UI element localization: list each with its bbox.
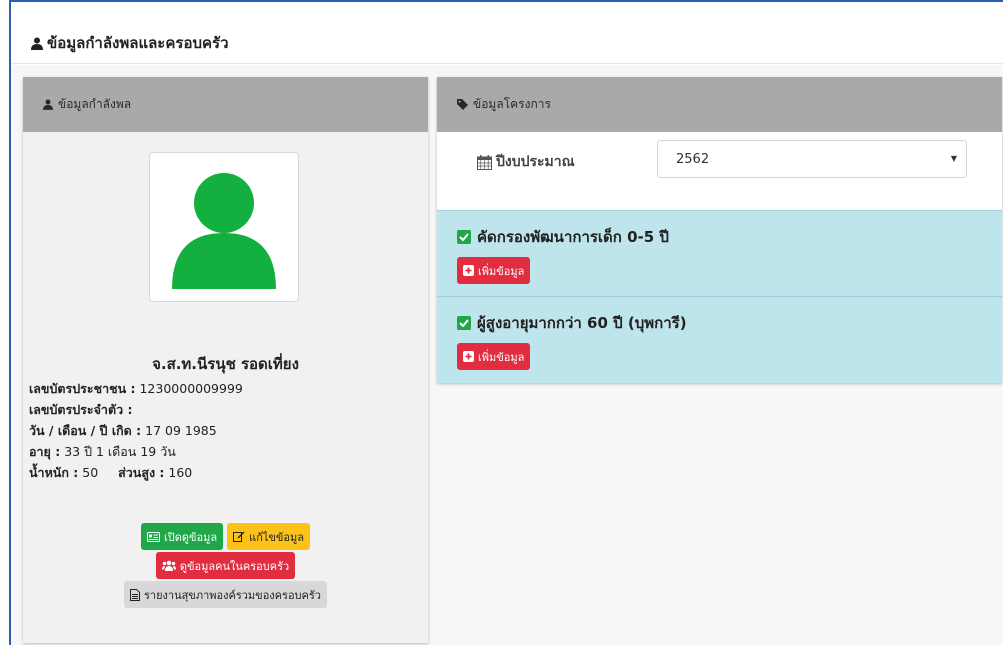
add-data-label: เพิ่มข้อมูล [478, 350, 525, 364]
project-item: คัดกรองพัฒนาการเด็ก 0-5 ปี เพิ่มข้อมูล [437, 210, 1002, 296]
fiscal-year-label: ปีงบประมาณ [477, 151, 575, 173]
info-row: เลขบัตรประชาชน : 1230000009999 [29, 378, 243, 399]
plus-square-icon [463, 265, 474, 276]
check-square-icon [457, 316, 471, 330]
family-health-report-button[interactable]: รายงานสุขภาพองค์รวมของครอบครัว [124, 581, 327, 608]
project-item-label: คัดกรองพัฒนาการเด็ก 0-5 ปี [477, 228, 669, 246]
height-label: ส่วนสูง : [118, 465, 165, 480]
project-card-header: ข้อมูลโครงการ [437, 77, 1002, 132]
project-item-title: ผู้สูงอายุมากกว่า 60 ปี (บุพการี) [457, 311, 687, 335]
personnel-card: ข้อมูลกำลังพล จ.ส.ท.นีรนุช รอดเที่ยง เลข… [23, 77, 428, 643]
personnel-name: จ.ส.ท.นีรนุช รอดเที่ยง [152, 355, 299, 373]
fiscal-year-row: ปีงบประมาณ 2562 ▼ [437, 132, 1002, 210]
id-card-icon [146, 531, 160, 542]
info-row: เลขบัตรประจำตัว : [29, 399, 243, 420]
id-card-value: 1230000009999 [139, 381, 243, 396]
chevron-down-icon: ▼ [950, 154, 957, 163]
page-title: ข้อมูลกำลังพลและครอบครัว [31, 31, 229, 55]
view-data-label: เปิดดูข้อมูล [163, 530, 218, 544]
users-icon [161, 560, 176, 571]
id-card-label: เลขบัตรประชาชน : [29, 381, 136, 396]
main-frame: ข้อมูลกำลังพลและครอบครัว ข้อมูลกำลังพล จ… [9, 0, 1003, 645]
fiscal-year-text: ปีงบประมาณ [496, 154, 575, 170]
check-square-icon [457, 230, 471, 244]
fiscal-year-value: 2562 [676, 151, 710, 167]
family-data-label: ดูข้อมูลคนในครอบครัว [179, 559, 290, 573]
edit-data-label: แก้ไขข้อมูล [249, 530, 305, 544]
content-area: ข้อมูลกำลังพล จ.ส.ท.นีรนุช รอดเที่ยง เลข… [11, 65, 1003, 645]
project-item-title: คัดกรองพัฒนาการเด็ก 0-5 ปี [457, 225, 669, 249]
weight-value: 50 [82, 465, 99, 480]
info-row: อายุ : 33 ปี 1 เดือน 19 วัน [29, 441, 243, 462]
view-data-button[interactable]: เปิดดูข้อมูล [140, 523, 224, 550]
height-value: 160 [168, 465, 193, 480]
weight-label: น้ำหนัก : [29, 465, 79, 480]
avatar-user-icon [172, 173, 276, 289]
project-item-label: ผู้สูงอายุมากกว่า 60 ปี (บุพการี) [477, 314, 687, 332]
info-row: น้ำหนัก : 50 ส่วนสูง : 160 [29, 462, 243, 483]
page-header: ข้อมูลกำลังพลและครอบครัว [11, 2, 1003, 64]
family-health-report-label: รายงานสุขภาพองค์รวมของครอบครัว [144, 588, 321, 602]
add-data-label: เพิ่มข้อมูล [478, 264, 525, 278]
user-icon [43, 99, 53, 110]
staff-id-label: เลขบัตรประจำตัว : [29, 402, 133, 417]
plus-square-icon [463, 351, 474, 362]
project-card-title: ข้อมูลโครงการ [473, 97, 551, 111]
file-icon [130, 588, 140, 601]
personnel-card-header: ข้อมูลกำลังพล [23, 77, 428, 132]
page-title-text: ข้อมูลกำลังพลและครอบครัว [47, 34, 229, 52]
birthdate-label: วัน / เดือน / ปี เกิด : [29, 423, 142, 438]
user-icon [31, 37, 43, 50]
personnel-info: เลขบัตรประชาชน : 1230000009999 เลขบัตรปร… [29, 378, 243, 483]
add-data-button[interactable]: เพิ่มข้อมูล [457, 343, 531, 370]
info-row: วัน / เดือน / ปี เกิด : 17 09 1985 [29, 420, 243, 441]
age-value: 33 ปี 1 เดือน 19 วัน [64, 444, 176, 459]
avatar [149, 152, 299, 302]
add-data-button[interactable]: เพิ่มข้อมูล [457, 257, 531, 284]
project-item: ผู้สูงอายุมากกว่า 60 ปี (บุพการี) เพิ่มข… [437, 296, 1002, 383]
personnel-card-title: ข้อมูลกำลังพล [58, 97, 132, 111]
edit-icon [233, 531, 245, 542]
personnel-card-body: จ.ส.ท.นีรนุช รอดเที่ยง เลขบัตรประชาชน : … [23, 132, 428, 643]
personnel-actions: เปิดดูข้อมูล แก้ไขข้อมูล ดูข้อมูลคนในครอ… [23, 523, 428, 610]
fiscal-year-select[interactable]: 2562 ▼ [657, 140, 967, 178]
project-card: ข้อมูลโครงการ ปีงบประมาณ 2562 ▼ คัดกรองพ… [437, 77, 1002, 383]
birthdate-value: 17 09 1985 [145, 423, 217, 438]
calendar-icon [477, 154, 492, 170]
age-label: อายุ : [29, 444, 61, 459]
tag-icon [457, 99, 468, 110]
family-data-button[interactable]: ดูข้อมูลคนในครอบครัว [155, 552, 296, 579]
edit-data-button[interactable]: แก้ไขข้อมูล [227, 523, 311, 550]
